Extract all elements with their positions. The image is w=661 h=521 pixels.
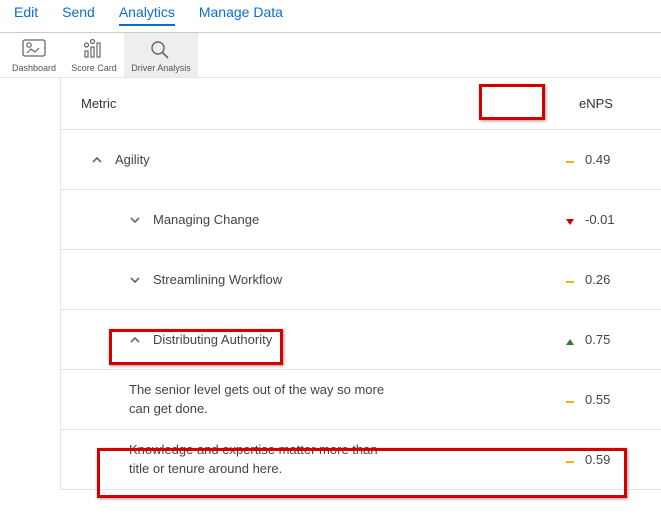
header-enps: eNPS — [551, 96, 641, 111]
tab-edit[interactable]: Edit — [14, 4, 38, 26]
driver-analysis-panel: Metric eNPS Agility 0.49 Managing Change — [60, 78, 661, 490]
row-label: Distributing Authority — [153, 332, 272, 347]
row-value: 0.49 — [585, 152, 617, 167]
table-row[interactable]: Agility 0.49 — [61, 130, 661, 190]
table-row[interactable]: Managing Change -0.01 — [61, 190, 661, 250]
row-value: 0.59 — [585, 452, 617, 467]
trend-flat-icon — [565, 395, 575, 405]
magnifier-icon — [144, 37, 178, 61]
tool-dashboard[interactable]: Dashboard — [4, 33, 64, 77]
table-header: Metric eNPS — [61, 78, 661, 130]
row-label: Knowledge and expertise matter more than… — [129, 441, 389, 477]
tab-send[interactable]: Send — [62, 4, 95, 26]
trend-up-icon — [565, 335, 575, 345]
row-label: Agility — [115, 152, 150, 167]
row-value: 0.55 — [585, 392, 617, 407]
row-label: Streamlining Workflow — [153, 272, 282, 287]
header-metric: Metric — [81, 96, 551, 111]
toolbar: Dashboard Score Card Driver Analysis — [0, 33, 661, 78]
tool-label: Score Card — [71, 63, 117, 73]
trend-down-icon — [565, 215, 575, 225]
top-nav: Edit Send Analytics Manage Data — [0, 0, 661, 32]
table-row[interactable]: The senior level gets out of the way so … — [61, 370, 661, 430]
chevron-down-icon — [129, 214, 141, 226]
scorecard-icon — [77, 37, 111, 61]
row-value: 0.26 — [585, 272, 617, 287]
tool-label: Driver Analysis — [131, 63, 191, 73]
tool-scorecard[interactable]: Score Card — [64, 33, 124, 77]
tab-analytics[interactable]: Analytics — [119, 4, 175, 26]
tool-label: Dashboard — [12, 63, 56, 73]
table-row[interactable]: Knowledge and expertise matter more than… — [61, 430, 661, 490]
chevron-down-icon — [129, 274, 141, 286]
dashboard-icon — [17, 37, 51, 61]
table-row[interactable]: Streamlining Workflow 0.26 — [61, 250, 661, 310]
chevron-up-icon — [91, 154, 103, 166]
chevron-up-icon — [129, 334, 141, 346]
row-value: 0.75 — [585, 332, 617, 347]
row-label: Managing Change — [153, 212, 259, 227]
tool-driver-analysis[interactable]: Driver Analysis — [124, 33, 198, 77]
trend-flat-icon — [565, 155, 575, 165]
table-row[interactable]: Distributing Authority 0.75 — [61, 310, 661, 370]
row-value: -0.01 — [585, 212, 617, 227]
trend-flat-icon — [565, 455, 575, 465]
row-label: The senior level gets out of the way so … — [129, 381, 389, 417]
trend-flat-icon — [565, 275, 575, 285]
tab-manage-data[interactable]: Manage Data — [199, 4, 283, 26]
